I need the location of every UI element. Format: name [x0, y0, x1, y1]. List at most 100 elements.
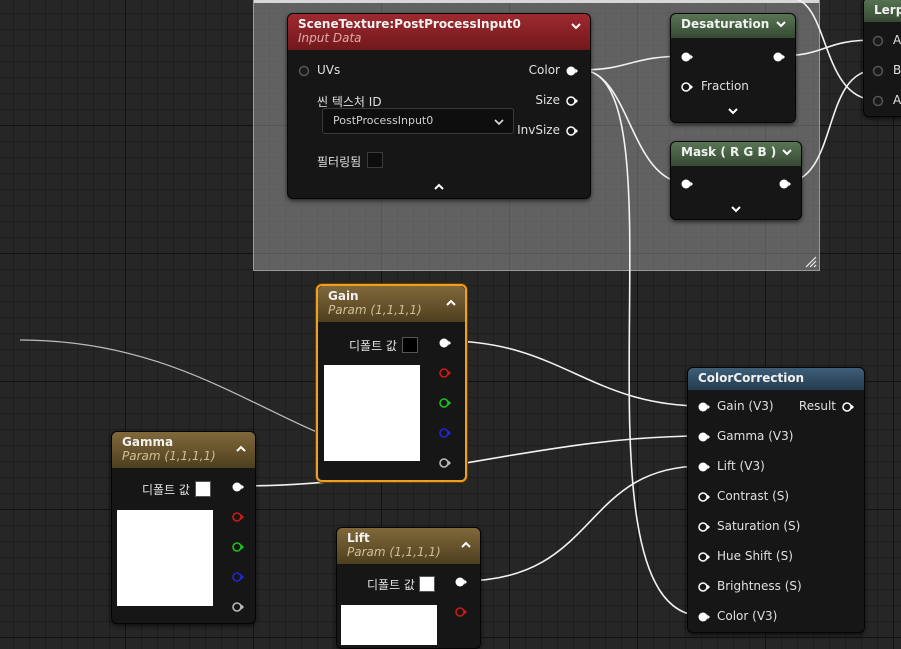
invsize-output-pin[interactable]	[566, 125, 578, 137]
gamma-title: Gamma	[122, 435, 174, 449]
gamma-preview	[117, 510, 213, 606]
lift-v3-label: Lift (V3)	[717, 459, 765, 473]
collapse-up-icon[interactable]	[460, 540, 472, 550]
lift-default-label: 디폴트 값	[367, 578, 415, 592]
uvs-input-pin[interactable]	[298, 65, 310, 77]
hue-shift-input-pin[interactable]	[698, 551, 710, 563]
scene-texture-id-value: PostProcessInput0	[333, 114, 434, 127]
gamma-default-swatch[interactable]	[195, 481, 211, 497]
gamma-g-output-pin[interactable]	[232, 541, 244, 553]
color-v3-input-pin[interactable]	[698, 611, 710, 623]
result-output-pin[interactable]	[842, 401, 854, 413]
collapse-up-icon[interactable]	[432, 182, 446, 192]
contrast-input-pin[interactable]	[698, 491, 710, 503]
desaturation-input-pin[interactable]	[681, 51, 693, 63]
gamma-default-label: 디폴트 값	[142, 483, 190, 497]
desaturation-header[interactable]: Desaturation	[671, 14, 795, 38]
gain-a-output-pin[interactable]	[439, 457, 451, 469]
lift-r-output-pin[interactable]	[455, 606, 467, 618]
color-output-pin[interactable]	[566, 65, 578, 77]
brightness-label: Brightness (S)	[717, 579, 802, 593]
saturation-input-pin[interactable]	[698, 521, 710, 533]
gamma-header[interactable]: Gamma Param (1,1,1,1)	[112, 432, 255, 468]
lift-preview	[341, 605, 437, 645]
chevron-down-icon	[494, 119, 504, 126]
color-output-label: Color	[528, 63, 560, 77]
lerp-header[interactable]: Lerp	[864, 0, 901, 22]
desaturation-output-pin[interactable]	[773, 51, 785, 63]
expand-down-icon[interactable]	[726, 106, 740, 116]
saturation-label: Saturation (S)	[717, 519, 801, 533]
mask-input-pin[interactable]	[681, 178, 693, 190]
collapse-up-icon[interactable]	[445, 298, 457, 308]
color-correction-header[interactable]: ColorCorrection	[688, 368, 864, 390]
wire-gamma-to-colorcorrection	[236, 435, 704, 487]
color-correction-node[interactable]: ColorCorrection Result Gain (V3) Gamma (…	[687, 367, 865, 633]
lerp-b-input-pin[interactable]	[872, 65, 884, 77]
scene-texture-id-dropdown[interactable]: PostProcessInput0	[322, 108, 514, 134]
gain-node[interactable]: Gain Param (1,1,1,1) 디폴트 값	[316, 284, 467, 482]
gain-r-output-pin[interactable]	[439, 367, 451, 379]
color-v3-label: Color (V3)	[717, 609, 778, 623]
wire-lift-to-colorcorrection	[461, 465, 704, 582]
scene-texture-header[interactable]: SceneTexture:PostProcessInput0 Input Dat…	[288, 14, 590, 50]
hue-shift-label: Hue Shift (S)	[717, 549, 793, 563]
gamma-subtitle: Param (1,1,1,1)	[122, 449, 216, 463]
gamma-a-output-pin[interactable]	[232, 601, 244, 613]
filtered-label: 필터링됨	[317, 155, 362, 169]
collapse-up-icon[interactable]	[235, 444, 247, 454]
lift-header[interactable]: Lift Param (1,1,1,1)	[337, 528, 480, 564]
mask-node[interactable]: Mask ( R G B )	[670, 141, 802, 220]
lift-v3-input-pin[interactable]	[698, 461, 710, 473]
gain-subtitle: Param (1,1,1,1)	[328, 303, 422, 317]
scene-texture-subtitle: Input Data	[298, 31, 362, 45]
mask-output-pin[interactable]	[779, 178, 791, 190]
wire-gain-to-colorcorrection	[446, 340, 704, 407]
scene-texture-node[interactable]: SceneTexture:PostProcessInput0 Input Dat…	[287, 13, 591, 199]
scene-texture-title: SceneTexture:PostProcessInput0	[298, 17, 521, 31]
gamma-rgb-output-pin[interactable]	[232, 481, 244, 493]
gain-rgb-output-pin[interactable]	[439, 337, 451, 349]
gain-g-output-pin[interactable]	[439, 397, 451, 409]
desaturation-node[interactable]: Desaturation Fraction	[670, 13, 796, 123]
lerp-alpha-label: A	[893, 93, 901, 107]
expand-down-icon[interactable]	[729, 204, 743, 214]
mask-title: Mask ( R G B )	[681, 145, 777, 159]
lerp-alpha-input-pin[interactable]	[872, 95, 884, 107]
gain-default-swatch[interactable]	[402, 337, 418, 353]
lift-rgb-output-pin[interactable]	[455, 576, 467, 588]
gamma-v3-input-pin[interactable]	[698, 431, 710, 443]
gain-b-output-pin[interactable]	[439, 427, 451, 439]
lerp-node[interactable]: Lerp A B A	[863, 0, 901, 117]
chevron-down-icon[interactable]	[775, 19, 787, 29]
lift-default-swatch[interactable]	[419, 576, 435, 592]
gamma-r-output-pin[interactable]	[232, 511, 244, 523]
resize-grip-icon[interactable]	[805, 256, 817, 268]
mask-header[interactable]: Mask ( R G B )	[671, 142, 801, 166]
result-output-label: Result	[798, 399, 836, 413]
filtered-checkbox[interactable]	[367, 152, 383, 168]
gain-title: Gain	[328, 289, 359, 303]
lerp-b-label: B	[893, 63, 901, 77]
uvs-label: UVs	[317, 63, 341, 77]
gain-v3-input-pin[interactable]	[698, 401, 710, 413]
color-correction-title: ColorCorrection	[698, 371, 805, 385]
gain-preview	[324, 365, 420, 461]
size-output-label: Size	[535, 93, 560, 107]
lift-title: Lift	[347, 531, 370, 545]
size-output-pin[interactable]	[566, 95, 578, 107]
gain-header[interactable]: Gain Param (1,1,1,1)	[318, 286, 465, 322]
gain-v3-label: Gain (V3)	[717, 399, 774, 413]
fraction-input-pin[interactable]	[681, 81, 693, 93]
chevron-down-icon[interactable]	[781, 147, 793, 157]
gamma-node[interactable]: Gamma Param (1,1,1,1) 디폴트 값	[111, 431, 256, 624]
brightness-input-pin[interactable]	[698, 581, 710, 593]
chevron-down-icon[interactable]	[570, 21, 582, 31]
invsize-output-label: InvSize	[517, 123, 560, 137]
lift-node[interactable]: Lift Param (1,1,1,1) 디폴트 값	[336, 527, 481, 649]
lerp-a-input-pin[interactable]	[872, 35, 884, 47]
lerp-title: Lerp	[874, 3, 901, 17]
lerp-a-label: A	[893, 33, 901, 47]
comment-header[interactable]	[254, 0, 819, 3]
gamma-b-output-pin[interactable]	[232, 571, 244, 583]
